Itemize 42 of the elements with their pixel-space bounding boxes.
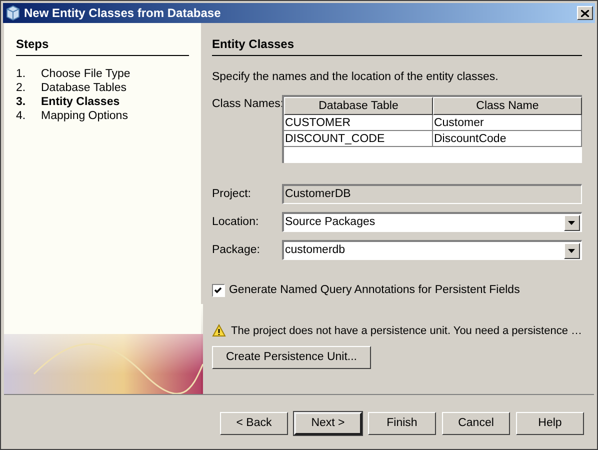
dialog-button[interactable]: Help — [516, 412, 584, 435]
dropdown-button[interactable] — [564, 242, 580, 259]
table-cell: DISCOUNT_CODE — [284, 131, 433, 148]
dropdown-button[interactable] — [564, 214, 580, 231]
dialog-button[interactable]: Cancel — [442, 412, 510, 435]
combo-box[interactable]: Source Packages — [282, 212, 582, 232]
field-value: Source Packages — [284, 215, 376, 230]
field-label: Package: — [212, 242, 261, 258]
check-icon — [214, 287, 222, 294]
table-cell: CUSTOMER — [284, 115, 433, 132]
table-cell: Customer — [432, 115, 582, 132]
column-header[interactable]: Class Name — [432, 97, 582, 116]
steps-title: Steps — [16, 35, 189, 56]
warning-icon — [212, 324, 226, 338]
step-item: 2. Database Tables — [16, 81, 128, 94]
table-cell: DiscountCode — [432, 131, 582, 148]
field-label: Project: — [212, 186, 252, 202]
warning-text: The project does not have a persistence unit. You need a persistence … — [230, 324, 582, 338]
column-header[interactable]: Database Table — [284, 97, 433, 116]
step-item: 1. Choose File Type — [16, 67, 132, 80]
create-persistence-unit-button[interactable]: Create Persistence Unit... — [212, 346, 371, 369]
description-text: Specify the names and the location of the entity classes. — [212, 70, 500, 85]
checkbox[interactable] — [212, 284, 225, 298]
step-item: 4. Mapping Options — [16, 109, 129, 122]
dialog-button[interactable]: < Back — [220, 412, 288, 435]
dialog-button[interactable]: Finish — [368, 412, 436, 435]
caret-icon — [568, 248, 576, 253]
field-value: CustomerDB — [284, 187, 352, 202]
cube-icon — [5, 5, 21, 21]
close-icon — [581, 10, 589, 16]
field-label: Location: — [212, 214, 260, 230]
dialog-button[interactable]: Next > — [294, 412, 362, 435]
class-names-label: Class Names: — [212, 97, 282, 112]
caret-icon — [568, 220, 576, 225]
panel-title: Entity Classes — [212, 35, 582, 56]
step-item: 3. Entity Classes — [16, 95, 121, 108]
close-button[interactable] — [577, 6, 593, 20]
text-field[interactable]: CustomerDB — [282, 184, 582, 204]
checkbox-label: Generate Named Query Annotations for Persistent Fields — [228, 283, 520, 298]
field-value: customerdb — [284, 243, 346, 258]
combo-box[interactable]: customerdb — [282, 240, 582, 260]
window-title: New Entity Classes from Database — [24, 5, 222, 22]
